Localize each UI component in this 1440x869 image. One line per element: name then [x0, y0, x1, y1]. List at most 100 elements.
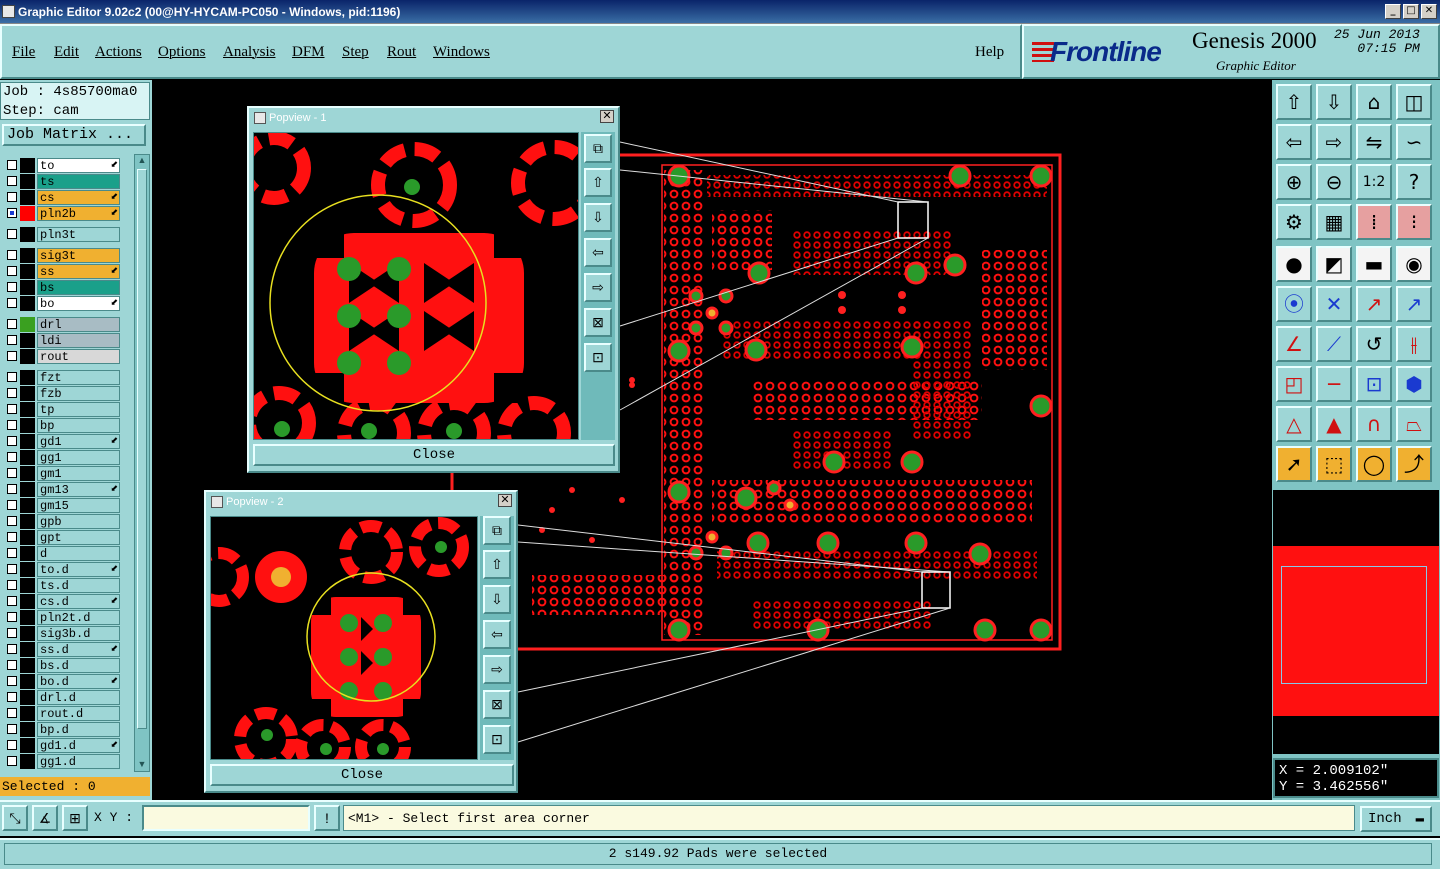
query-icon[interactable]: ?	[1396, 164, 1432, 200]
zoom-home-icon[interactable]: ⇧	[1276, 84, 1312, 120]
minimap-viewport[interactable]	[1281, 566, 1427, 684]
scale-ratio-icon[interactable]: 1:2	[1356, 164, 1392, 200]
layer-checkbox[interactable]	[7, 484, 17, 494]
layer-checkbox[interactable]	[7, 250, 17, 260]
layer-checkbox[interactable]	[7, 580, 17, 590]
layer-checkbox[interactable]	[7, 500, 17, 510]
triangle-icon[interactable]: △	[1276, 406, 1312, 442]
layer-color-tag[interactable]	[20, 674, 35, 689]
layer-checkbox[interactable]	[7, 468, 17, 478]
layer-row-gpb[interactable]: gpb	[2, 514, 122, 529]
layer-checkbox[interactable]	[7, 452, 17, 462]
layer-checkbox[interactable]	[7, 708, 17, 718]
layer-checkbox[interactable]	[7, 351, 17, 361]
split-icon[interactable]: ─	[1316, 366, 1352, 402]
layer-name[interactable]: gg1.d	[37, 754, 120, 769]
line-add-icon[interactable]: ⦿	[1276, 286, 1312, 322]
layer-name[interactable]: fzb	[37, 386, 120, 401]
layer-name[interactable]: ts	[37, 174, 120, 189]
layer-row-rout-d[interactable]: rout.d	[2, 706, 122, 721]
scroll-down-icon[interactable]: ▼	[136, 759, 148, 771]
menu-help[interactable]: Help	[975, 44, 1004, 61]
layer-name[interactable]: cs.d	[37, 594, 120, 609]
net-connect-icon[interactable]: ⁝	[1396, 204, 1432, 240]
layer-checkbox[interactable]	[7, 724, 17, 734]
layer-name[interactable]: pln2b	[37, 206, 120, 221]
zoom-reset-icon[interactable]: ⇩	[1316, 84, 1352, 120]
slash-line-icon[interactable]: ⟋	[1316, 326, 1352, 362]
layer-row-gm13[interactable]: gm13 ⬋	[2, 482, 122, 497]
menu-windows[interactable]: Windows	[433, 44, 490, 61]
layer-color-tag[interactable]	[20, 158, 35, 173]
select-circle-icon[interactable]: ◯	[1356, 446, 1392, 482]
layer-color-tag[interactable]	[20, 738, 35, 753]
layer-name[interactable]: pln2t.d	[37, 610, 120, 625]
popview-1-canvas[interactable]	[253, 132, 579, 440]
menu-edit[interactable]: Edit	[54, 44, 79, 61]
popview-zoom-in-icon[interactable]: ⊠	[483, 690, 511, 719]
popview-pan-up-icon[interactable]: ⇧	[584, 168, 612, 197]
center-icon[interactable]: ⊡	[1356, 366, 1392, 402]
layer-color-tag[interactable]	[20, 530, 35, 545]
layer-scrollbar[interactable]: ▲ ▼	[134, 154, 150, 772]
layer-row-rout[interactable]: rout	[2, 349, 122, 364]
select-box-icon[interactable]: ⬚	[1316, 446, 1352, 482]
overview-minimap[interactable]	[1273, 490, 1439, 754]
layer-color-tag[interactable]	[20, 578, 35, 593]
layer-name[interactable]: bo.d	[37, 674, 120, 689]
minimize-button[interactable]: _	[1385, 4, 1401, 19]
layer-color-tag[interactable]	[20, 706, 35, 721]
layer-color-tag[interactable]	[20, 402, 35, 417]
layer-color-tag[interactable]	[20, 658, 35, 673]
layer-color-tag[interactable]	[20, 190, 35, 205]
layer-color-tag[interactable]	[20, 562, 35, 577]
layer-checkbox[interactable]	[7, 660, 17, 670]
layer-name[interactable]: gg1	[37, 450, 120, 465]
ruler-icon[interactable]: ▬	[1356, 246, 1392, 282]
layer-name[interactable]: bp	[37, 418, 120, 433]
arch-icon[interactable]: ∩	[1356, 406, 1392, 442]
layer-checkbox[interactable]	[7, 596, 17, 606]
layer-name[interactable]: bs	[37, 280, 120, 295]
layer-color-tag[interactable]	[20, 264, 35, 279]
grid-icon[interactable]: ▦	[1316, 204, 1352, 240]
layer-color-tag[interactable]	[20, 386, 35, 401]
job-matrix-button[interactable]: Job Matrix ...	[2, 124, 146, 146]
layer-name[interactable]: ss	[37, 264, 120, 279]
measure-icon[interactable]: ⚙	[1276, 204, 1312, 240]
layer-name[interactable]: tp	[37, 402, 120, 417]
layer-row-bp-d[interactable]: bp.d	[2, 722, 122, 737]
surface-add-icon[interactable]: ◩	[1316, 246, 1352, 282]
graphic-canvas[interactable]: Popview - 1 ✕ ⧉ ⇧ ⇩ ⇦ ⇨ ⊠ ⊡ Close Popvie…	[152, 80, 1272, 800]
angle-mode-icon[interactable]: ∡	[32, 805, 58, 831]
layer-color-tag[interactable]	[20, 754, 35, 769]
layer-checkbox[interactable]	[7, 612, 17, 622]
layer-color-tag[interactable]	[20, 594, 35, 609]
layer-row-ts-d[interactable]: ts.d	[2, 578, 122, 593]
menu-dfm[interactable]: DFM	[292, 44, 325, 61]
layer-row-gm15[interactable]: gm15	[2, 498, 122, 513]
layer-name[interactable]: bs.d	[37, 658, 120, 673]
layer-color-tag[interactable]	[20, 482, 35, 497]
layer-checkbox[interactable]	[7, 548, 17, 558]
layer-checkbox[interactable]	[7, 208, 17, 218]
layer-color-tag[interactable]	[20, 626, 35, 641]
layer-name[interactable]: d	[37, 546, 120, 561]
layer-color-tag[interactable]	[20, 722, 35, 737]
layer-row-gd1[interactable]: gd1 ⬋	[2, 434, 122, 449]
pan-left-icon[interactable]: ⇦	[1276, 124, 1312, 160]
menu-rout[interactable]: Rout	[387, 44, 416, 61]
layer-checkbox[interactable]	[7, 372, 17, 382]
layer-color-tag[interactable]	[20, 370, 35, 385]
layer-checkbox[interactable]	[7, 532, 17, 542]
layer-name[interactable]: rout.d	[37, 706, 120, 721]
scroll-thumb[interactable]	[137, 169, 147, 729]
layer-checkbox[interactable]	[7, 335, 17, 345]
layer-color-tag[interactable]	[20, 546, 35, 561]
layer-row-gg1[interactable]: gg1	[2, 450, 122, 465]
layer-checkbox[interactable]	[7, 564, 17, 574]
layer-checkbox[interactable]	[7, 676, 17, 686]
layer-name[interactable]: to.d	[37, 562, 120, 577]
layer-checkbox[interactable]	[7, 192, 17, 202]
layer-name[interactable]: ss.d	[37, 642, 120, 657]
